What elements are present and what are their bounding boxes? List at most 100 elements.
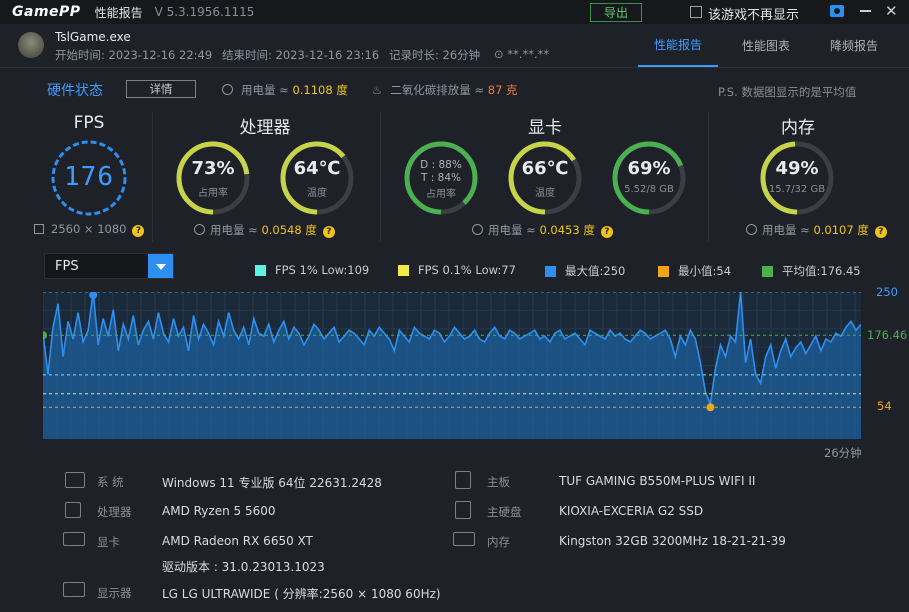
legend-swatch: [762, 265, 773, 277]
legend-min: 最小值:54: [658, 263, 731, 279]
ram-title: 内存: [781, 118, 815, 138]
ram-power: 用电量 ≈ 0.0107 度?: [746, 222, 887, 238]
gpu-temp-value: 66℃: [521, 158, 569, 179]
monitor-value: LG LG ULTRAWIDE ( 分辨率:2560 × 1080 60Hz): [162, 587, 441, 601]
gpu-temp-gauge: 66℃ 温度: [506, 139, 584, 217]
motherboard-key: 主板: [487, 475, 510, 489]
tab-bar: 性能报告 性能图表 降频报告: [638, 24, 902, 67]
legend-swatch: [545, 265, 556, 277]
gpu-usage-values: D : 88% T : 84%: [420, 159, 462, 184]
tab-throttle-report[interactable]: 降频报告: [814, 24, 894, 67]
cpu-usage-label: 占用率: [198, 188, 228, 199]
gpu-usage-gauge: D : 88% T : 84% 占用率: [402, 139, 480, 217]
fps-title: FPS: [73, 113, 105, 133]
ram-usage-sub: 15.7/32 GB: [768, 184, 826, 195]
detail-button[interactable]: 详情: [126, 80, 196, 98]
chart-max-label: 250: [876, 285, 898, 299]
disk-icon: [455, 501, 471, 519]
help-icon[interactable]: ?: [600, 226, 613, 238]
power-icon: [194, 224, 205, 235]
end-time: 结束时间: 2023-12-16 23:16: [222, 48, 380, 62]
chevron-down-icon[interactable]: [148, 254, 173, 278]
memory-key: 内存: [487, 535, 510, 549]
fps-resolution: 2560 × 1080?: [34, 222, 145, 237]
legend-fps-01low: FPS 0.1% Low:77: [398, 263, 516, 277]
avg-point: [39, 331, 47, 340]
legend-swatch: [255, 264, 266, 276]
tab-performance-report[interactable]: 性能报告: [638, 24, 718, 67]
help-icon[interactable]: ?: [132, 225, 145, 237]
power-icon: [472, 224, 483, 235]
tab-performance-chart[interactable]: 性能图表: [726, 24, 806, 67]
minimize-icon[interactable]: [860, 10, 871, 12]
export-button[interactable]: 导出: [590, 3, 642, 22]
fps-chart-svg: [39, 291, 870, 439]
gpu-power: 用电量 ≈ 0.0453 度?: [472, 222, 613, 238]
ram-usage-value: 49%: [775, 158, 819, 179]
legend-max: 最大值:250: [545, 263, 625, 279]
min-point: [706, 403, 715, 412]
no-show-label[interactable]: 该游戏不再显示: [708, 4, 799, 23]
legend-avg: 平均值:176.45: [762, 263, 861, 279]
legend-fps-1low: FPS 1% Low:109: [255, 263, 369, 277]
cpu-usage-gauge: 73% 占用率: [174, 139, 252, 217]
driver-value: 驱动版本 : 31.0.23013.1023: [162, 560, 325, 574]
gpu-value: AMD Radeon RX 6650 XT: [162, 534, 313, 548]
window-title: 性能报告: [94, 5, 143, 20]
monitor-key: 显示器: [97, 586, 132, 600]
os-key: 系 统: [97, 475, 124, 489]
location: ⊙ **.**.**: [494, 47, 550, 61]
app-logo: GamePP: [12, 4, 81, 20]
help-icon[interactable]: ?: [322, 226, 335, 238]
cpu-power: 用电量 ≈ 0.0548 度?: [194, 222, 335, 238]
cpu-icon: [65, 502, 81, 518]
cpu-title: 处理器: [239, 118, 291, 138]
legend-swatch: [398, 264, 409, 276]
os-value: Windows 11 专业版 64位 22631.2428: [162, 476, 382, 490]
fps-value: 176: [64, 162, 114, 192]
cpu-usage-value: 73%: [191, 158, 235, 179]
cpu-key: 处理器: [97, 505, 132, 519]
gpu-mem-sub: 5.52/8 GB: [624, 184, 674, 195]
monitor-icon: [63, 582, 85, 597]
gpu-icon: [63, 532, 85, 546]
memory-value: Kingston 32GB 3200MHz 18-21-21-39: [559, 534, 786, 548]
camera-icon[interactable]: [830, 5, 844, 17]
power-icon: [222, 84, 233, 95]
record-duration: 记录时长: 26分钟: [389, 48, 481, 62]
co2-emission: ♨ 二氧化碳排放量 ≈ 87 克: [372, 83, 518, 97]
motherboard-icon: [455, 471, 471, 489]
divider: [708, 112, 709, 242]
close-icon[interactable]: ✕: [885, 2, 898, 20]
help-icon[interactable]: ?: [874, 226, 887, 238]
os-icon: [65, 472, 85, 488]
metric-select[interactable]: FPS: [44, 253, 174, 279]
power-icon: [746, 224, 757, 235]
hardware-status-title: 硬件状态: [47, 83, 103, 99]
metric-select-value: FPS: [55, 259, 79, 274]
gpu-mem-gauge: 69% 5.52/8 GB: [610, 139, 688, 217]
chart-avg-label: 176.46: [867, 328, 908, 342]
game-name: TslGame.exe: [55, 30, 131, 44]
cpu-value: AMD Ryzen 5 5600: [162, 504, 276, 518]
cpu-temp-gauge: 64℃ 温度: [278, 139, 356, 217]
cpu-temp-value: 64℃: [293, 158, 341, 179]
monitor-icon: [34, 224, 44, 234]
fps-dial: 176: [49, 138, 129, 218]
cpu-temp-label: 温度: [307, 188, 327, 199]
total-power: 用电量 ≈ 0.1108 度: [222, 82, 348, 98]
memory-icon: [453, 532, 475, 546]
fps-chart: [39, 291, 870, 439]
gpu-title: 显卡: [528, 118, 562, 138]
disk-key: 主硬盘: [487, 505, 522, 519]
gpu-key: 显卡: [97, 535, 120, 549]
app-version: V 5.3.1956.1115: [154, 5, 255, 19]
no-show-checkbox[interactable]: [690, 6, 702, 18]
co2-icon: ♨: [372, 83, 383, 97]
disk-value: KIOXIA-EXCERIA G2 SSD: [559, 504, 704, 518]
gpu-temp-label: 温度: [535, 188, 555, 199]
divider: [152, 112, 153, 242]
ps-note: P.S. 数据图显示的是平均值: [718, 85, 857, 99]
chart-time-label: 26分钟: [824, 446, 862, 460]
location-icon: ⊙: [494, 47, 508, 61]
